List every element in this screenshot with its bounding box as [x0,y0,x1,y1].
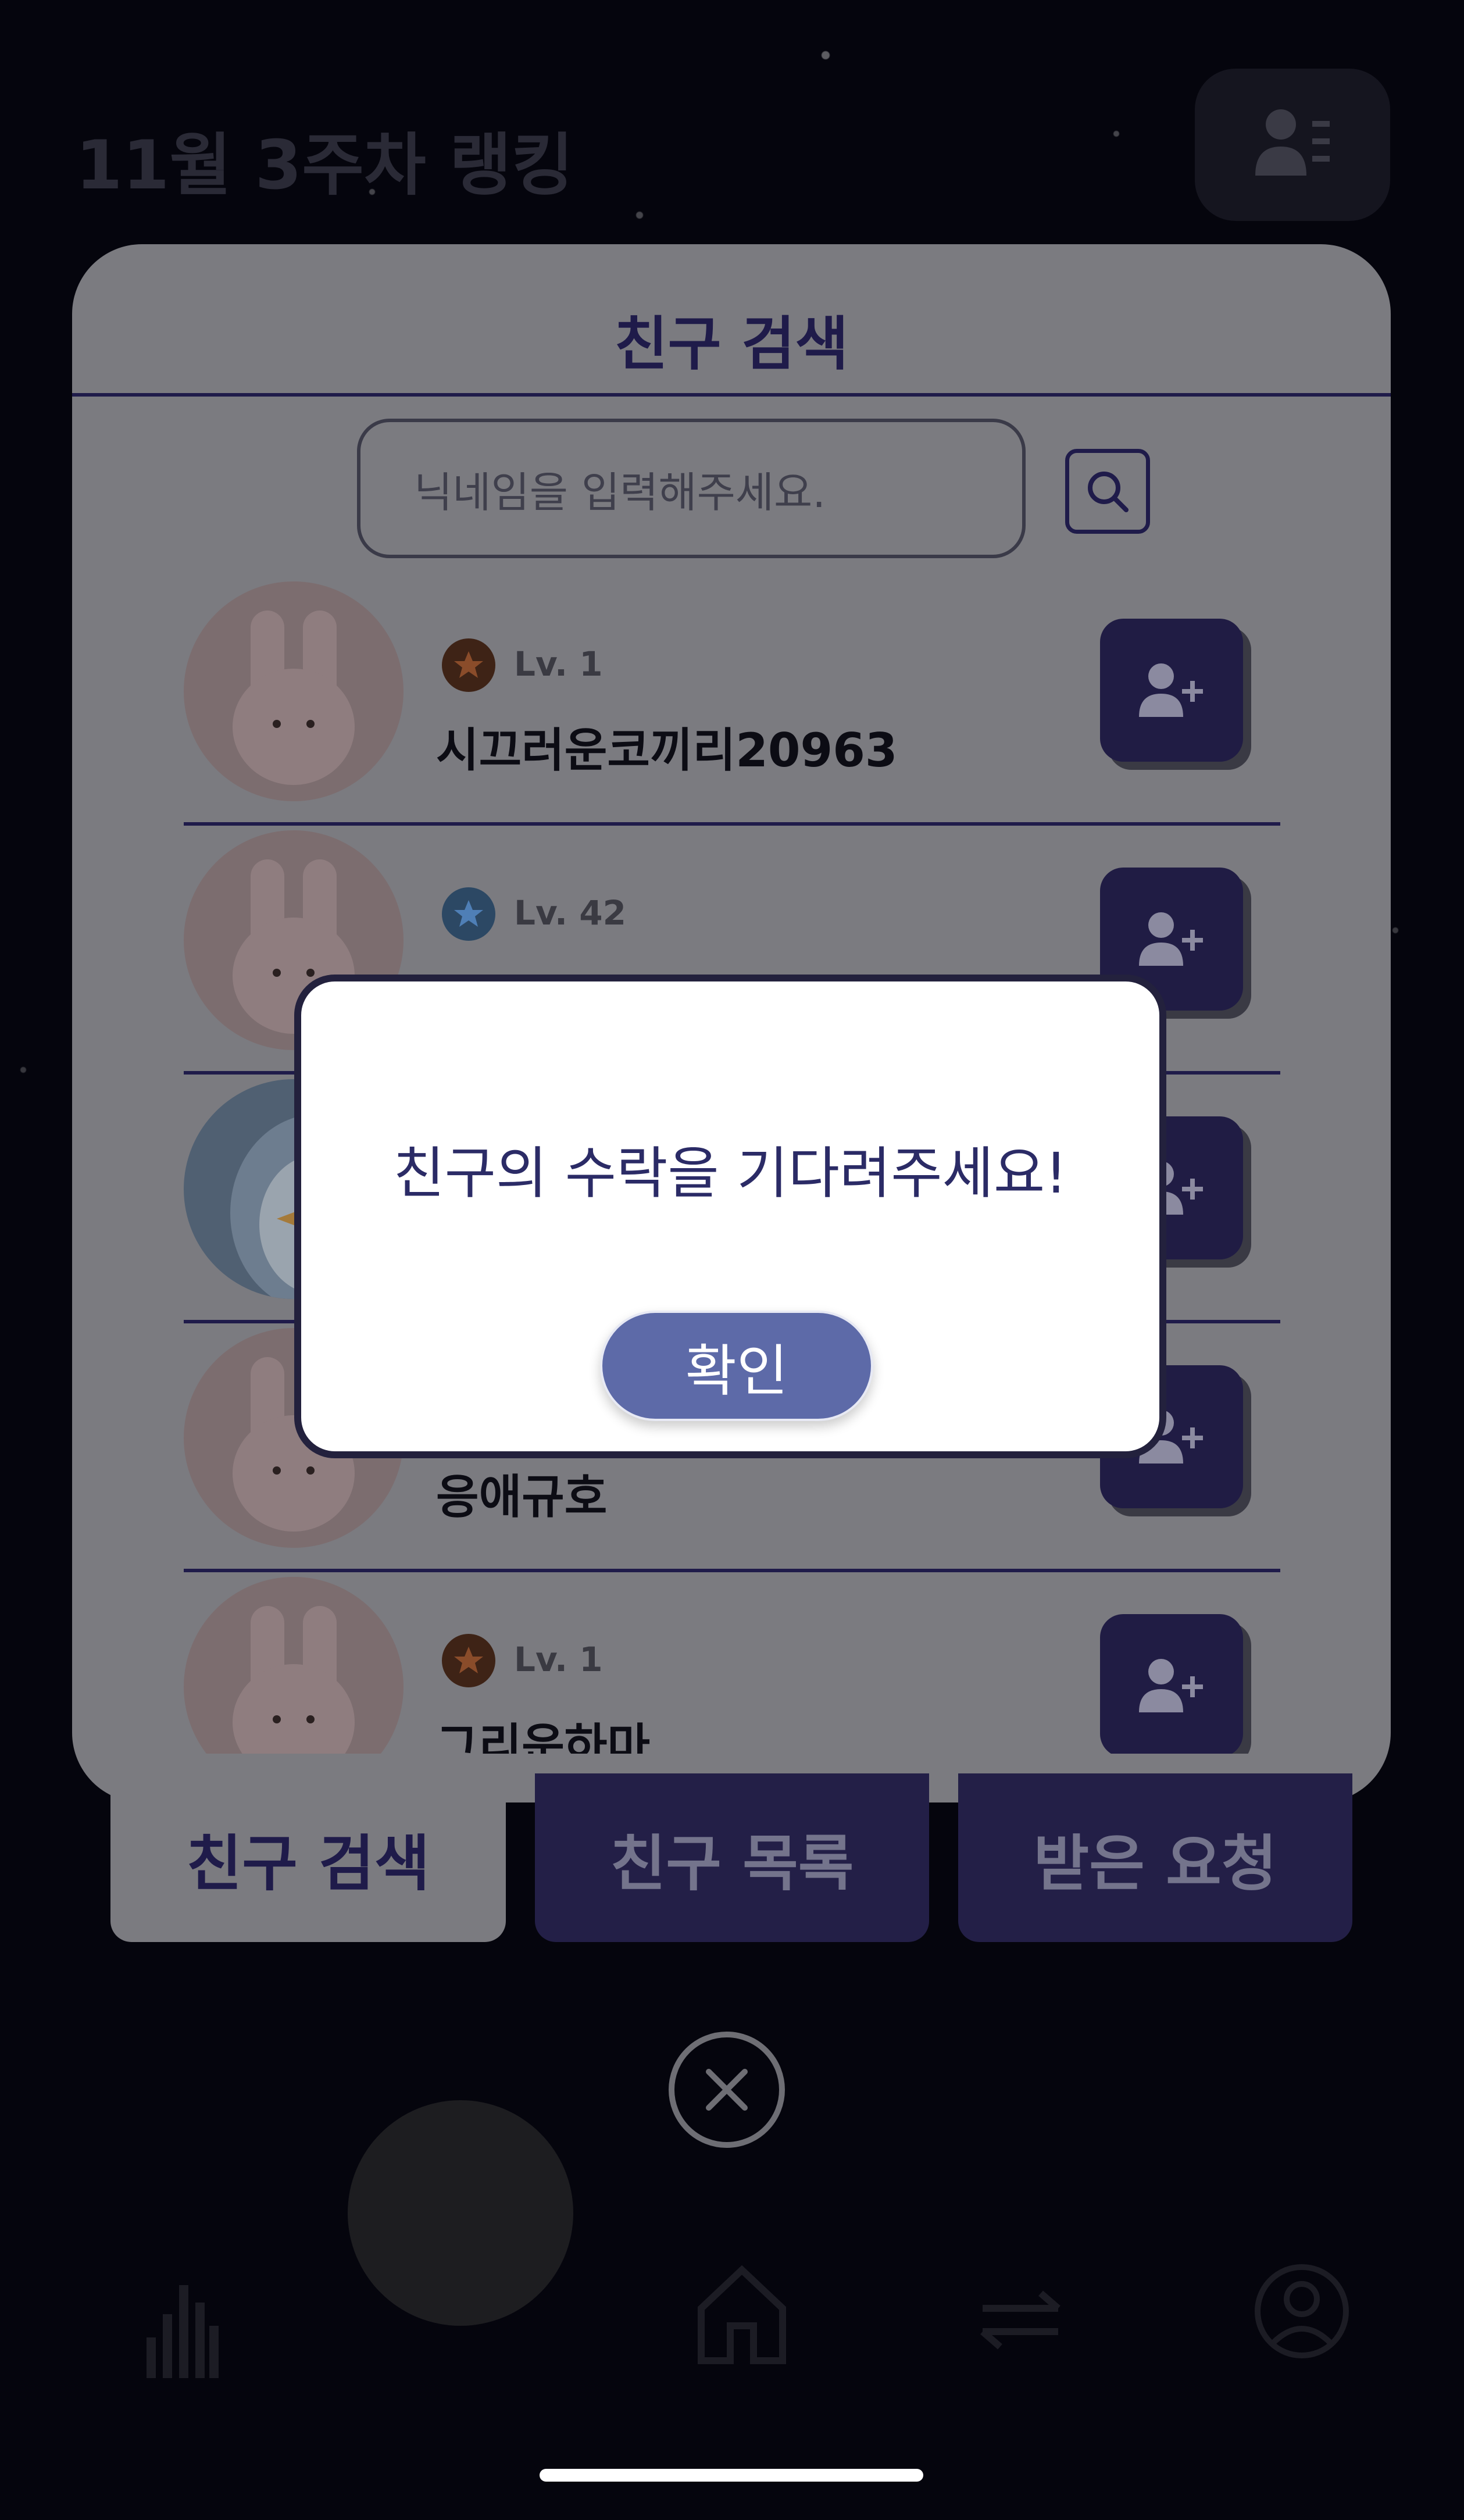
user-plus-icon [1139,912,1203,966]
level-label: Lv. 1 [514,644,603,684]
search-icon [1088,472,1129,512]
bronze-star-badge-icon [442,1634,495,1687]
user-list-icon [1255,109,1330,176]
rabbit-icon [233,1606,355,1754]
nickname: 응애규호 [436,1470,608,1524]
user-plus-icon [1139,1659,1203,1712]
confirm-button[interactable]: 확인 [600,1311,873,1421]
list-item: Lv. 1 시끄러운코끼리20963 [72,581,1391,830]
nickname-search-input[interactable]: 닉네임을 입력해주세요. [357,419,1026,558]
list-item: Lv. 1 그리운하마 [72,1577,1391,1754]
level-label: Lv. 1 [514,1640,603,1679]
profile-icon[interactable] [1252,2262,1351,2361]
nickname: 그리운하마 [436,1719,650,1754]
add-friend-button[interactable] [1100,1614,1243,1754]
rabbit-icon [233,611,355,785]
panel-title: 친구 검색 [614,310,849,378]
exchange-icon[interactable] [977,2285,1064,2355]
bronze-star-badge-icon [442,638,495,692]
tab-friend-search[interactable]: 친구 검색 [110,1773,506,1942]
level-label: Lv. 42 [514,893,626,933]
home-icon[interactable] [695,2262,788,2366]
add-friend-button[interactable] [1100,619,1243,762]
divider [72,393,1391,397]
blue-star-badge-icon [442,887,495,941]
mascot-button[interactable] [348,2100,573,2326]
tab-received-requests[interactable]: 받은 요청 [958,1773,1352,1942]
request-sent-dialog: 친구의 수락을 기다려주세요! 확인 [294,975,1166,1458]
ranking-icon[interactable] [144,2262,220,2378]
tab-friend-list[interactable]: 친구 목록 [535,1773,929,1942]
profile-card-button[interactable] [1195,69,1390,221]
row-divider [184,822,1280,826]
row-divider [184,1569,1280,1572]
ranking-title: 11월 3주차 랭킹 [76,126,574,205]
search-button[interactable] [1065,449,1150,534]
user-plus-icon [1139,663,1203,717]
rabbit-avatar [184,581,404,801]
home-indicator[interactable] [540,2469,923,2482]
close-button[interactable] [669,2032,785,2148]
rabbit-avatar [184,1577,404,1754]
nickname: 시끄러운코끼리20963 [436,723,898,777]
dialog-message: 친구의 수락을 기다려주세요! [393,1141,1067,1206]
close-icon [706,2069,748,2111]
